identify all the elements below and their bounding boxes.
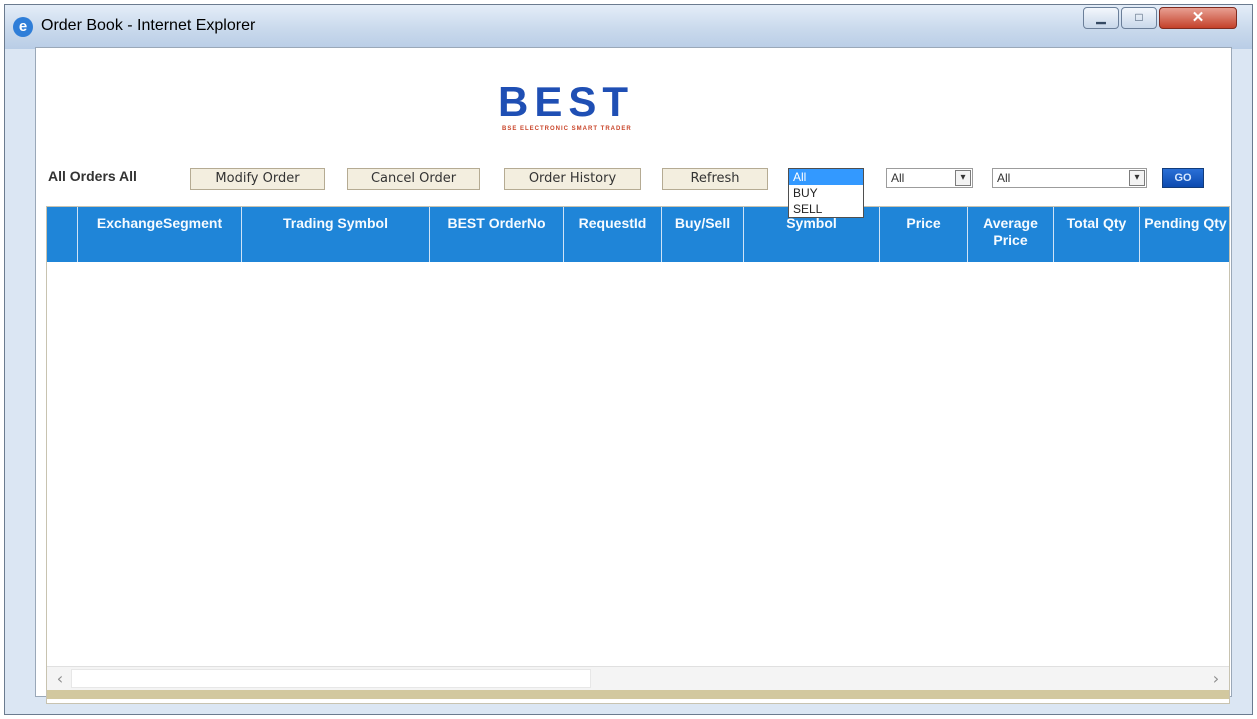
ie-window: e Order Book - Internet Explorer ▁ □ ✕ B… <box>4 4 1253 715</box>
header-trading-symbol[interactable]: Trading Symbol <box>241 207 429 262</box>
table-header: ExchangeSegment Trading Symbol BEST Orde… <box>47 207 1229 262</box>
minimize-button[interactable]: ▁ <box>1083 7 1119 29</box>
title-bar: e Order Book - Internet Explorer ▁ □ ✕ <box>5 5 1252 49</box>
scroll-right-icon[interactable]: › <box>1207 669 1225 688</box>
maximize-button[interactable]: □ <box>1121 7 1157 29</box>
best-logo: BEST BSE ELECTRONIC SMART TRADER <box>498 78 718 148</box>
filter-select-2[interactable]: All ▾ <box>886 168 973 188</box>
chevron-down-icon[interactable]: ▾ <box>1129 170 1145 186</box>
close-button[interactable]: ✕ <box>1159 7 1237 29</box>
header-price[interactable]: Price <box>879 207 967 262</box>
buy-sell-dropdown[interactable]: All BUY SELL <box>788 168 864 218</box>
order-book-panel: BEST BSE ELECTRONIC SMART TRADER All Ord… <box>35 47 1232 704</box>
header-pending-qty[interactable]: Pending Qty <box>1139 207 1229 262</box>
ie-icon: e <box>13 17 33 37</box>
logo-subtext: BSE ELECTRONIC SMART TRADER <box>502 126 632 132</box>
filter-select-3-value: All <box>997 171 1011 185</box>
scroll-thumb[interactable] <box>71 669 591 688</box>
go-button[interactable]: GO <box>1162 168 1204 188</box>
dropdown-option-sell[interactable]: SELL <box>789 201 863 217</box>
chevron-down-icon[interactable]: ▾ <box>955 170 971 186</box>
logo-text: BEST <box>498 78 635 125</box>
orders-filter-label: All Orders All <box>48 168 137 184</box>
dropdown-option-buy[interactable]: BUY <box>789 185 863 201</box>
header-best-orderno[interactable]: BEST OrderNo <box>429 207 563 262</box>
refresh-button[interactable]: Refresh <box>662 168 768 190</box>
filter-select-2-value: All <box>891 171 905 185</box>
scroll-left-icon[interactable]: ‹ <box>51 669 69 688</box>
filter-select-3[interactable]: All ▾ <box>992 168 1147 188</box>
orders-table: ExchangeSegment Trading Symbol BEST Orde… <box>46 206 1230 704</box>
header-exchange-segment[interactable]: ExchangeSegment <box>77 207 241 262</box>
header-requestid[interactable]: RequestId <box>563 207 661 262</box>
horizontal-scrollbar[interactable]: ‹ › <box>47 666 1229 690</box>
dropdown-option-all[interactable]: All <box>789 169 863 185</box>
order-history-button[interactable]: Order History <box>504 168 641 190</box>
window-title: Order Book - Internet Explorer <box>41 17 256 34</box>
header-average-price[interactable]: Average Price <box>967 207 1053 262</box>
modify-order-button[interactable]: Modify Order <box>190 168 325 190</box>
header-total-qty[interactable]: Total Qty <box>1053 207 1139 262</box>
header-spacer <box>47 207 77 262</box>
cancel-order-button[interactable]: Cancel Order <box>347 168 480 190</box>
table-footer-bar <box>47 690 1229 699</box>
header-buy-sell[interactable]: Buy/Sell <box>661 207 743 262</box>
